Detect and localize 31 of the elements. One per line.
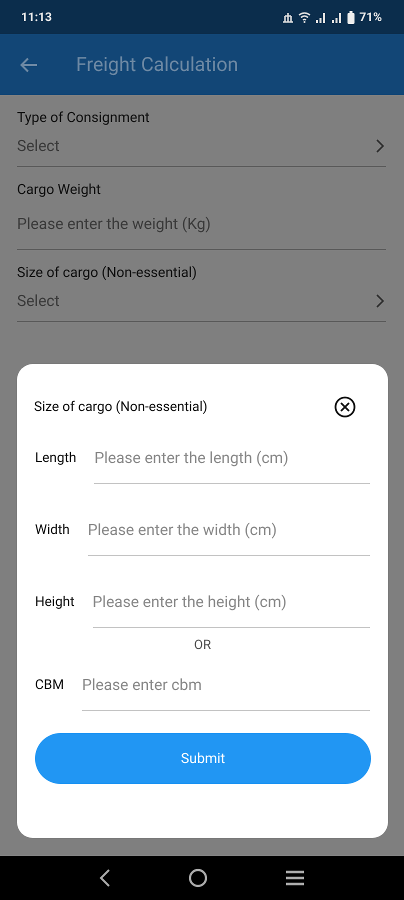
dialog-title: Size of cargo (Non-essential): [34, 399, 208, 415]
input-field[interactable]: Please enter the height (cm): [92, 576, 370, 628]
status-time: 11:13: [21, 10, 53, 24]
signal-icon: [315, 12, 328, 22]
menu-icon[interactable]: [285, 870, 306, 886]
field-label: Length: [35, 450, 76, 466]
field-label: Size of cargo (Non-essential): [17, 265, 197, 281]
home-icon[interactable]: [188, 868, 208, 888]
submit-button[interactable]: Submit: [35, 733, 371, 784]
chevron-right-icon: [374, 139, 386, 153]
field-label: Type of Consignment: [17, 110, 150, 126]
field-label: CBM: [35, 677, 64, 693]
field-label: Height: [35, 594, 75, 610]
chevron-right-icon: [374, 294, 386, 308]
weight-input-field[interactable]: Please enter the weight (Kg): [17, 198, 386, 250]
screen-title: Freight Calculation: [76, 53, 238, 76]
battery-level: 71%: [359, 10, 382, 24]
input-field[interactable]: Please enter the length (cm): [94, 432, 370, 484]
separator-text: OR: [194, 638, 211, 653]
field-label: Width: [35, 522, 70, 538]
signal-icon: [331, 12, 344, 22]
wifi-icon: [298, 12, 312, 22]
close-icon[interactable]: [334, 396, 356, 418]
back-arrow-icon[interactable]: [20, 56, 38, 72]
select-field[interactable]: Select: [17, 281, 386, 322]
input-field[interactable]: Please enter the width (cm): [88, 504, 370, 556]
battery-icon: [347, 10, 356, 24]
field-label: Cargo Weight: [17, 182, 101, 198]
back-icon[interactable]: [98, 869, 111, 887]
select-field[interactable]: Select: [17, 126, 386, 167]
input-field[interactable]: Please enter cbm: [82, 659, 370, 711]
